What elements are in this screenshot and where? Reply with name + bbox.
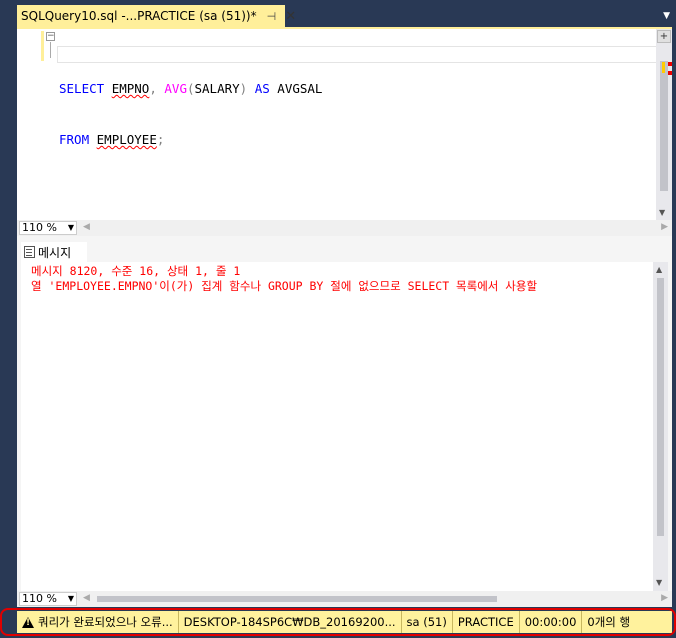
code-text[interactable]: SELECT EMPNO, AVG(SALARY) AS AVGSAL FROM…: [57, 29, 667, 182]
document-tab-title: SQLQuery10.sql -...PRACTICE (sa (51))*: [21, 9, 257, 23]
tab-messages-label: 메시지: [38, 245, 72, 260]
semicolon: ;: [156, 132, 165, 147]
keyword-as: AS: [247, 81, 278, 96]
editor-zoom-select[interactable]: 110 % ▼: [19, 221, 77, 235]
error-marker: [668, 62, 672, 66]
table-employee: EMPLOYEE: [96, 132, 157, 147]
query-status-bar: 쿼리가 완료되었으나 오류... DESKTOP-184SP6C₩DB_2016…: [17, 611, 672, 633]
change-tracking-bar: [41, 31, 44, 61]
column-salary: SALARY: [194, 81, 240, 96]
pin-icon[interactable]: ⊣: [267, 10, 277, 23]
comma: ,: [149, 81, 165, 96]
status-user: sa (51): [402, 611, 453, 633]
scroll-right-icon[interactable]: ▶: [661, 593, 668, 603]
scrollbar-thumb[interactable]: [660, 61, 668, 191]
status-elapsed: 00:00:00: [520, 611, 583, 633]
keyword-from: FROM: [59, 132, 90, 147]
messages-area[interactable]: 메시지 8120, 수준 16, 상태 1, 줄 1열 'EMPLOYEE.EM…: [21, 262, 668, 591]
error-marker: [668, 71, 672, 75]
tab-messages[interactable]: 메시지: [21, 242, 87, 262]
error-message-line-2: 열 'EMPLOYEE.EMPNO'이(가) 집계 함수나 GROUP BY 절…: [31, 279, 538, 293]
editor-bottom-bar: 110 % ▼ ◀ ▶: [17, 220, 672, 236]
zoom-value: 110 %: [22, 221, 57, 234]
paren-open: (: [186, 81, 195, 96]
outline-line: [50, 42, 51, 58]
alias-avgsal: AVGSAL: [277, 81, 323, 96]
results-bottom-bar: 110 % ▼ ◀ ▶: [17, 591, 672, 607]
sql-editor[interactable]: − SELECT EMPNO, AVG(SALARY) AS AVGSAL FR…: [17, 29, 672, 220]
error-message-line-1: 메시지 8120, 수준 16, 상태 1, 줄 1: [31, 264, 241, 278]
document-tab[interactable]: SQLQuery10.sql -...PRACTICE (sa (51))* ⊣…: [17, 5, 296, 27]
status-rows: 0개의 행: [587, 615, 631, 629]
close-icon[interactable]: ✕: [285, 9, 296, 24]
change-marker: [662, 62, 665, 73]
status-state-text: 쿼리가 완료되었으나 오류...: [38, 615, 173, 629]
document-tab-strip: SQLQuery10.sql -...PRACTICE (sa (51))* ⊣…: [13, 5, 676, 27]
code-line-1: SELECT EMPNO, AVG(SALARY) AS AVGSAL: [59, 80, 322, 97]
editor-vertical-scrollbar[interactable]: + ▼: [656, 29, 672, 220]
collapse-icon[interactable]: −: [46, 32, 55, 41]
keyword-select: SELECT: [59, 81, 105, 96]
column-empno: EMPNO: [111, 81, 150, 96]
warning-icon: [22, 616, 34, 628]
scroll-down-icon[interactable]: ▼: [659, 208, 665, 217]
scroll-left-icon[interactable]: ◀: [83, 222, 90, 232]
scroll-down-icon[interactable]: ▼: [656, 578, 662, 587]
query-window: SQLQuery10.sql -...PRACTICE (sa (51))* ⊣…: [0, 0, 676, 638]
code-line-2: FROM EMPLOYEE;: [59, 131, 322, 148]
results-zoom-select[interactable]: 110 % ▼: [19, 592, 77, 606]
editor-margin: [17, 29, 39, 220]
status-database: PRACTICE: [453, 611, 520, 633]
horizontal-scrollbar-thumb[interactable]: [97, 596, 497, 602]
scroll-right-icon[interactable]: ▶: [661, 222, 668, 232]
results-pane: 메시지 메시지 8120, 수준 16, 상태 1, 줄 1열 'EMPLOYE…: [17, 236, 672, 591]
messages-icon: [24, 246, 35, 258]
scroll-left-icon[interactable]: ◀: [83, 593, 90, 603]
status-server: DESKTOP-184SP6C₩DB_20169200...: [179, 611, 402, 633]
current-line-highlight: [57, 46, 667, 63]
chevron-down-icon: ▼: [67, 594, 74, 603]
zoom-value: 110 %: [22, 592, 57, 605]
status-state: 쿼리가 완료되었으나 오류...: [17, 611, 179, 633]
scrollbar-thumb[interactable]: [657, 278, 664, 536]
error-message: 메시지 8120, 수준 16, 상태 1, 줄 1열 'EMPLOYEE.EM…: [31, 264, 537, 294]
split-icon[interactable]: +: [657, 30, 671, 43]
chevron-down-icon: ▼: [67, 223, 74, 232]
function-avg: AVG: [164, 81, 187, 96]
results-vertical-scrollbar[interactable]: ▲ ▼: [653, 262, 668, 591]
scroll-up-icon[interactable]: ▲: [656, 265, 662, 274]
chevron-down-icon[interactable]: ▼: [663, 11, 670, 21]
